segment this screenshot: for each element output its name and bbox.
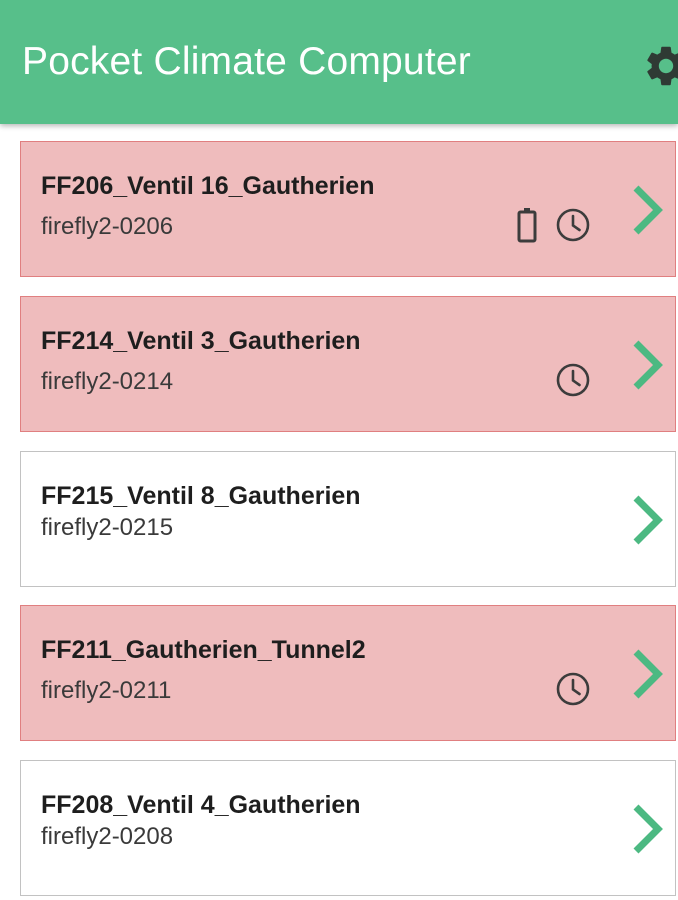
device-card[interactable]: FF208_Ventil 4_Gautherien firefly2-0208 <box>20 760 676 896</box>
chevron-right-icon <box>633 185 663 235</box>
device-name: FF215_Ventil 8_Gautherien <box>41 482 361 510</box>
device-card[interactable]: FF215_Ventil 8_Gautherien firefly2-0215 <box>20 451 676 587</box>
clock-icon <box>556 672 590 706</box>
device-card[interactable]: FF211_Gautherien_Tunnel2 firefly2-0211 <box>20 605 676 741</box>
clock-icon <box>556 363 590 397</box>
app-screen: Pocket Climate Computer FF206_Ventil 16_… <box>0 0 678 900</box>
device-name: FF206_Ventil 16_Gautherien <box>41 172 375 200</box>
device-name: FF214_Ventil 3_Gautherien <box>41 327 361 355</box>
device-id: firefly2-0206 <box>41 213 174 240</box>
device-name: FF211_Gautherien_Tunnel2 <box>41 636 366 664</box>
device-id: firefly2-0208 <box>41 823 174 850</box>
settings-button[interactable] <box>642 42 678 90</box>
gear-icon <box>647 46 678 86</box>
device-id: firefly2-0215 <box>41 514 174 541</box>
device-card[interactable]: FF206_Ventil 16_Gautherien firefly2-0206 <box>20 141 676 277</box>
device-name: FF208_Ventil 4_Gautherien <box>41 791 361 819</box>
device-id: firefly2-0214 <box>41 368 174 395</box>
chevron-right-icon <box>633 495 663 545</box>
chevron-right-icon <box>633 804 663 854</box>
chevron-right-icon <box>633 340 663 390</box>
app-bar: Pocket Climate Computer <box>0 0 678 124</box>
clock-icon <box>556 208 590 242</box>
app-title: Pocket Climate Computer <box>22 40 471 83</box>
device-card[interactable]: FF214_Ventil 3_Gautherien firefly2-0214 <box>20 296 676 432</box>
device-list: FF206_Ventil 16_Gautherien firefly2-0206… <box>0 124 678 900</box>
chevron-right-icon <box>633 649 663 699</box>
battery-icon <box>517 208 537 243</box>
device-id: firefly2-0211 <box>41 677 172 704</box>
